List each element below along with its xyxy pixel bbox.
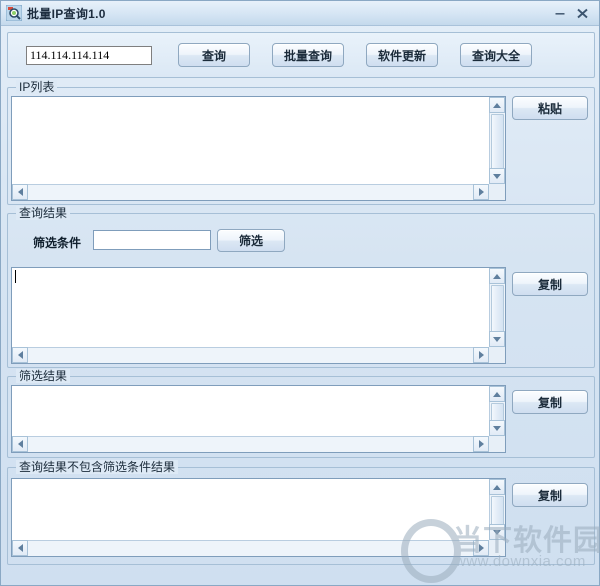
software-update-button[interactable]: 软件更新 bbox=[366, 43, 438, 67]
scroll-thumb[interactable] bbox=[491, 114, 504, 172]
copy-query-result-button[interactable]: 复制 bbox=[512, 272, 588, 296]
scroll-thumb[interactable] bbox=[491, 285, 504, 335]
query-result-horizontal-scrollbar[interactable] bbox=[12, 347, 489, 363]
excluded-result-legend: 查询结果不包含筛选条件结果 bbox=[16, 460, 179, 474]
query-result-text bbox=[12, 268, 489, 347]
scroll-right-icon[interactable] bbox=[473, 184, 489, 200]
scroll-left-icon[interactable] bbox=[12, 184, 28, 200]
scrollbar-corner bbox=[489, 436, 505, 452]
scroll-down-icon[interactable] bbox=[489, 331, 505, 347]
query-button[interactable]: 查询 bbox=[178, 43, 250, 67]
batch-query-button[interactable]: 批量查询 bbox=[272, 43, 344, 67]
close-button[interactable] bbox=[571, 3, 593, 23]
scroll-left-icon[interactable] bbox=[12, 347, 28, 363]
copy-filter-result-button[interactable]: 复制 bbox=[512, 390, 588, 414]
paste-button[interactable]: 粘贴 bbox=[512, 96, 588, 120]
filter-result-textarea[interactable] bbox=[11, 385, 506, 453]
excluded-result-horizontal-scrollbar[interactable] bbox=[12, 540, 489, 556]
filter-result-text bbox=[12, 386, 489, 436]
scroll-left-icon[interactable] bbox=[12, 436, 28, 452]
filter-condition-input[interactable] bbox=[93, 230, 211, 250]
title-bar: 批量IP查询1.0 bbox=[1, 1, 599, 26]
filter-result-legend: 筛选结果 bbox=[16, 369, 71, 383]
window-controls bbox=[549, 1, 593, 25]
scroll-down-icon[interactable] bbox=[489, 524, 505, 540]
ip-list-textarea[interactable] bbox=[11, 96, 506, 201]
query-result-textarea[interactable] bbox=[11, 267, 506, 364]
ip-list-text bbox=[12, 97, 489, 184]
magnifier-icon bbox=[5, 4, 23, 22]
scroll-right-icon[interactable] bbox=[473, 347, 489, 363]
scroll-up-icon[interactable] bbox=[489, 479, 505, 495]
ip-list-vertical-scrollbar[interactable] bbox=[489, 97, 505, 184]
excluded-result-vertical-scrollbar[interactable] bbox=[489, 479, 505, 540]
scroll-left-icon[interactable] bbox=[12, 540, 28, 556]
scroll-down-icon[interactable] bbox=[489, 168, 505, 184]
filter-condition-label: 筛选条件 bbox=[33, 236, 82, 250]
toolbar-panel: 查询 批量查询 软件更新 查询大全 bbox=[7, 32, 595, 78]
ip-list-horizontal-scrollbar[interactable] bbox=[12, 184, 489, 200]
scroll-right-icon[interactable] bbox=[473, 436, 489, 452]
scrollbar-corner bbox=[489, 184, 505, 200]
scroll-right-icon[interactable] bbox=[473, 540, 489, 556]
window-title: 批量IP查询1.0 bbox=[27, 6, 106, 21]
ip-address-input[interactable] bbox=[26, 45, 152, 65]
query-result-vertical-scrollbar[interactable] bbox=[489, 268, 505, 347]
filter-button[interactable]: 筛选 bbox=[217, 229, 285, 252]
application-window: 批量IP查询1.0 查询 批量查询 软件更新 查询大全 IP列表 bbox=[0, 0, 600, 586]
copy-excluded-result-button[interactable]: 复制 bbox=[512, 483, 588, 507]
excluded-result-text bbox=[12, 479, 489, 540]
filter-result-horizontal-scrollbar[interactable] bbox=[12, 436, 489, 452]
excluded-result-textarea[interactable] bbox=[11, 478, 506, 557]
scroll-up-icon[interactable] bbox=[489, 97, 505, 113]
scrollbar-corner bbox=[489, 347, 505, 363]
filter-result-vertical-scrollbar[interactable] bbox=[489, 386, 505, 436]
scrollbar-corner bbox=[489, 540, 505, 556]
text-caret bbox=[15, 270, 16, 283]
query-result-legend: 查询结果 bbox=[16, 206, 71, 220]
scroll-down-icon[interactable] bbox=[489, 420, 505, 436]
ip-list-legend: IP列表 bbox=[16, 80, 58, 94]
scroll-up-icon[interactable] bbox=[489, 386, 505, 402]
minimize-button[interactable] bbox=[549, 3, 571, 23]
query-all-button[interactable]: 查询大全 bbox=[460, 43, 532, 67]
scroll-up-icon[interactable] bbox=[489, 268, 505, 284]
